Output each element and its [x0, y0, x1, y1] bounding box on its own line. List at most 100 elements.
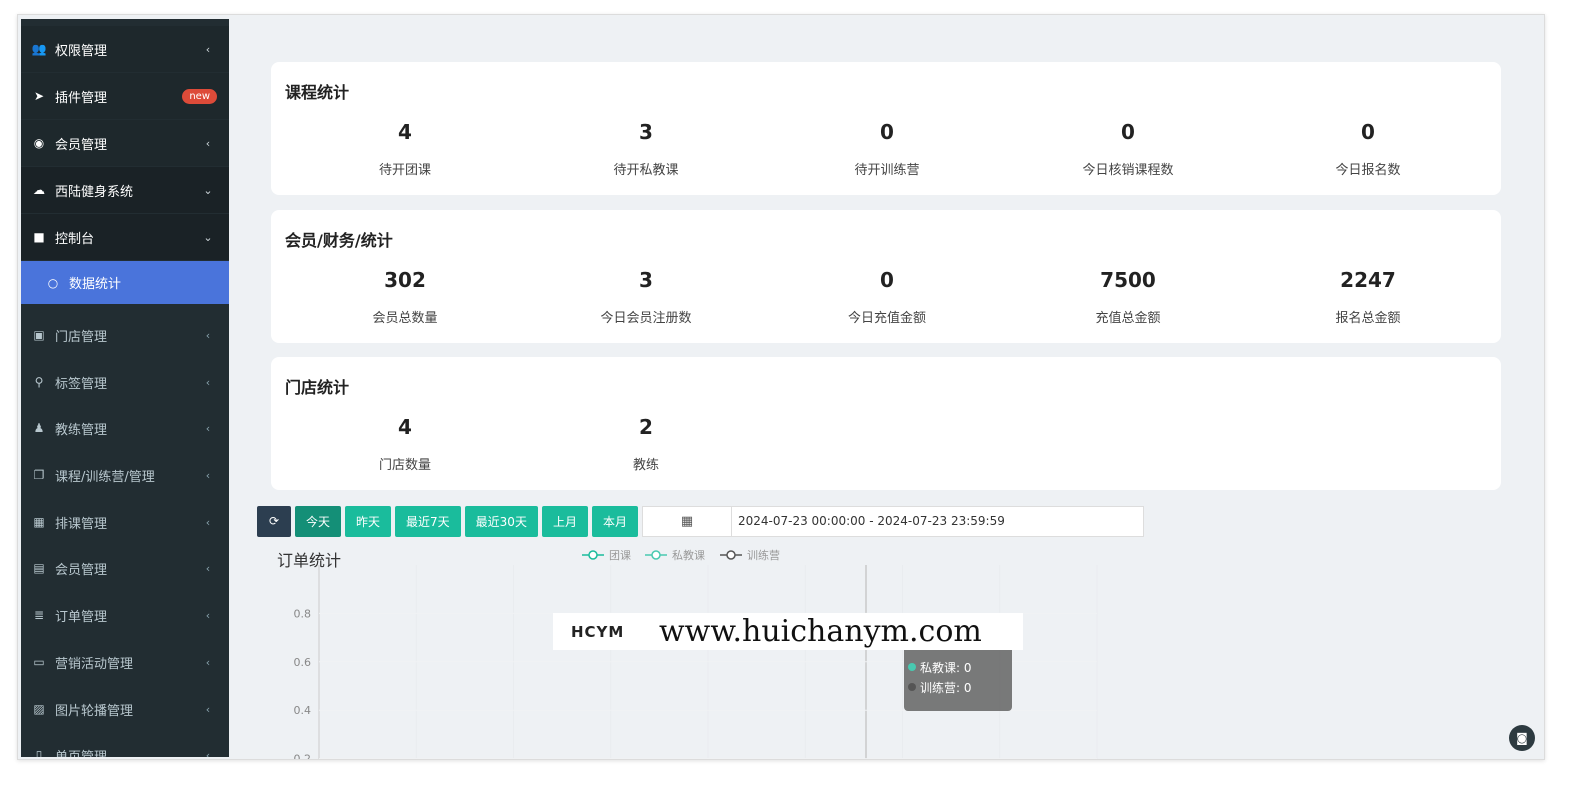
- chevron-down-icon: ⌄: [203, 230, 213, 244]
- stat-value: 7500: [1100, 268, 1156, 292]
- order-chart: 0.8 0.6 0.4 0.2 团课 私教课 训练营 订单统计 私教课: 0 训练营: 0: [257, 545, 1137, 760]
- stat-label: 今日充值金额: [847, 311, 926, 326]
- sidebar-item-2[interactable]: ◉ 会员管理 ‹: [21, 120, 229, 166]
- sidebar-item-1[interactable]: ➤ 插件管理 new: [21, 73, 229, 119]
- legend-item[interactable]: 训练营: [720, 548, 780, 562]
- stat-value: 0: [1361, 120, 1375, 144]
- y-tick-label: 0.6: [294, 656, 312, 669]
- sidebar-item-9[interactable]: ❐ 课程/训练营/管理 ‹: [21, 452, 229, 498]
- database-icon: ≣: [33, 608, 45, 622]
- tooltip-dot: [908, 683, 916, 691]
- date-range-input[interactable]: 2024-07-23 00:00:00 - 2024-07-23 23:59:5…: [731, 505, 1144, 537]
- tooltip-text: 训练营: 0: [920, 680, 972, 695]
- today-button[interactable]: 今天: [295, 505, 342, 537]
- stat-label: 今日报名数: [1335, 163, 1401, 178]
- sidebar-item-11[interactable]: ▤ 会员管理 ‹: [21, 545, 229, 591]
- watermark-banner: HCYM www.huichanym.com: [553, 613, 1023, 650]
- watermark-logo: HCYM: [571, 622, 625, 641]
- visa-card-icon: ▭: [33, 655, 45, 669]
- stat-value: 0: [880, 120, 894, 144]
- sidebar-item-label: 门店管理: [55, 329, 108, 345]
- stat-item: 4 待开团课: [285, 120, 525, 178]
- screenshot-button[interactable]: ◙: [1509, 725, 1535, 751]
- stat-value: 4: [398, 120, 412, 144]
- new-badge: new: [182, 88, 217, 104]
- sidebar-item-label: 会员管理: [55, 137, 108, 153]
- chart-title: 订单统计: [277, 551, 342, 570]
- sidebar-item-0[interactable]: 👥 权限管理 ‹: [21, 26, 229, 72]
- user-circle-icon: ◉: [33, 136, 45, 150]
- chevron-down-icon: ⌄: [203, 183, 213, 197]
- sidebar-item-3[interactable]: ☁ 西陆健身系统 ⌄: [21, 167, 229, 213]
- users-icon: 👥: [31, 42, 47, 56]
- refresh-button[interactable]: ⟳: [257, 505, 291, 537]
- sidebar-item-6[interactable]: ▣ 门店管理 ‹: [21, 312, 229, 358]
- sidebar-item-10[interactable]: ▦ 排课管理 ‹: [21, 499, 229, 545]
- calendar-button[interactable]: ▦: [641, 505, 732, 537]
- stat-label: 待开团课: [378, 163, 431, 178]
- sidebar-item-label: 控制台: [55, 231, 95, 247]
- chevron-left-icon: ‹: [205, 375, 211, 389]
- stat-value: 2247: [1340, 268, 1396, 292]
- sidebar-item-5[interactable]: ○ 数据统计: [21, 261, 229, 304]
- image-icon: ▨: [33, 702, 45, 716]
- legend-label: 私教课: [672, 549, 705, 562]
- legend-item[interactable]: 团课: [582, 549, 631, 562]
- stat-label: 门店数量: [378, 458, 431, 473]
- stat-label: 会员总数量: [372, 311, 438, 326]
- cloud-icon: ☁: [33, 183, 45, 197]
- stat-label: 今日会员注册数: [600, 311, 692, 326]
- stat-value: 302: [384, 268, 426, 292]
- this-month-button[interactable]: 本月: [591, 505, 638, 537]
- sidebar-item-label: 数据统计: [69, 277, 122, 292]
- chevron-left-icon: ‹: [205, 702, 211, 716]
- sidebar-item-label: 插件管理: [55, 90, 108, 106]
- stat-value: 0: [1121, 120, 1135, 144]
- member-finance-card: 会员/财务/统计 302 会员总数量 3 今日会员注册数 0 今日充值金额 7500 充值总金…: [271, 210, 1501, 343]
- sidebar-item-12[interactable]: ≣ 订单管理 ‹: [21, 592, 229, 638]
- sidebar: 👥 权限管理 ‹ ➤ 插件管理 new ◉ 会员管理 ‹ ☁ 西陆健身系统 ⌄ ■ 控制台 ⌄ ○ 数据统计 ▣ 门…: [21, 19, 229, 757]
- tooltip-row: 私教课: 0: [908, 657, 1012, 677]
- member-finance-title: 会员/财务/统计: [285, 231, 393, 250]
- y-tick-label: 0.2: [294, 753, 312, 760]
- sidebar-item-13[interactable]: ▭ 营销活动管理 ‹: [21, 639, 229, 685]
- tooltip-text: 私教课: 0: [920, 660, 972, 675]
- course-stats-title: 课程统计: [285, 83, 350, 102]
- stat-item: 0 待开训练营: [767, 120, 1007, 178]
- last-30-days-button[interactable]: 最近30天: [464, 505, 538, 537]
- store-stats-card: 门店统计 4 门店数量 2 教练: [271, 357, 1501, 490]
- watermark-url: www.huichanym.com: [659, 614, 982, 649]
- sidebar-item-15[interactable]: ▯ 单页管理 ‹: [21, 732, 229, 757]
- course-stats-card: 课程统计 4 待开团课 3 待开私教课 0 待开训练营 0 今日核销课程数 0 今日报名数: [271, 62, 1501, 195]
- tooltip-dot: [908, 663, 916, 671]
- stat-item: 7500 充值总金额: [1008, 268, 1248, 326]
- stat-item: 4 门店数量: [285, 415, 525, 473]
- chevron-left-icon: ‹: [205, 328, 211, 342]
- y-tick-label: 0.8: [294, 607, 312, 620]
- sidebar-item-4[interactable]: ■ 控制台 ⌄: [21, 214, 229, 260]
- stat-label: 待开训练营: [854, 163, 920, 178]
- stat-value: 3: [639, 120, 653, 144]
- chevron-left-icon: ‹: [205, 468, 211, 482]
- last-7-days-button[interactable]: 最近7天: [395, 505, 461, 537]
- sidebar-item-8[interactable]: ♟ 教练管理 ‹: [21, 405, 229, 451]
- sidebar-item-label: 课程/训练营/管理: [55, 469, 155, 485]
- chevron-left-icon: ‹: [205, 655, 211, 669]
- sidebar-item-label: 标签管理: [55, 376, 108, 392]
- camera-icon: ◙: [1516, 731, 1528, 745]
- chevron-left-icon: ‹: [205, 608, 211, 622]
- sidebar-item-14[interactable]: ▨ 图片轮播管理 ‹: [21, 686, 229, 732]
- stat-value: 3: [639, 268, 653, 292]
- sidebar-item-label: 会员管理: [55, 562, 108, 578]
- stat-label: 教练: [632, 458, 659, 473]
- legend-item[interactable]: 私教课: [645, 549, 705, 562]
- chevron-left-icon: ‹: [205, 136, 211, 150]
- last-month-button[interactable]: 上月: [541, 505, 588, 537]
- stat-item: 2 教练: [526, 415, 766, 473]
- stat-item: 0 今日核销课程数: [1008, 120, 1248, 178]
- stat-item: 3 待开私教课: [526, 120, 766, 178]
- sidebar-item-7[interactable]: ⚲ 标签管理 ‹: [21, 359, 229, 405]
- yesterday-button[interactable]: 昨天: [345, 505, 392, 537]
- rocket-icon: ➤: [33, 89, 45, 103]
- sidebar-item-label: 排课管理: [55, 516, 108, 532]
